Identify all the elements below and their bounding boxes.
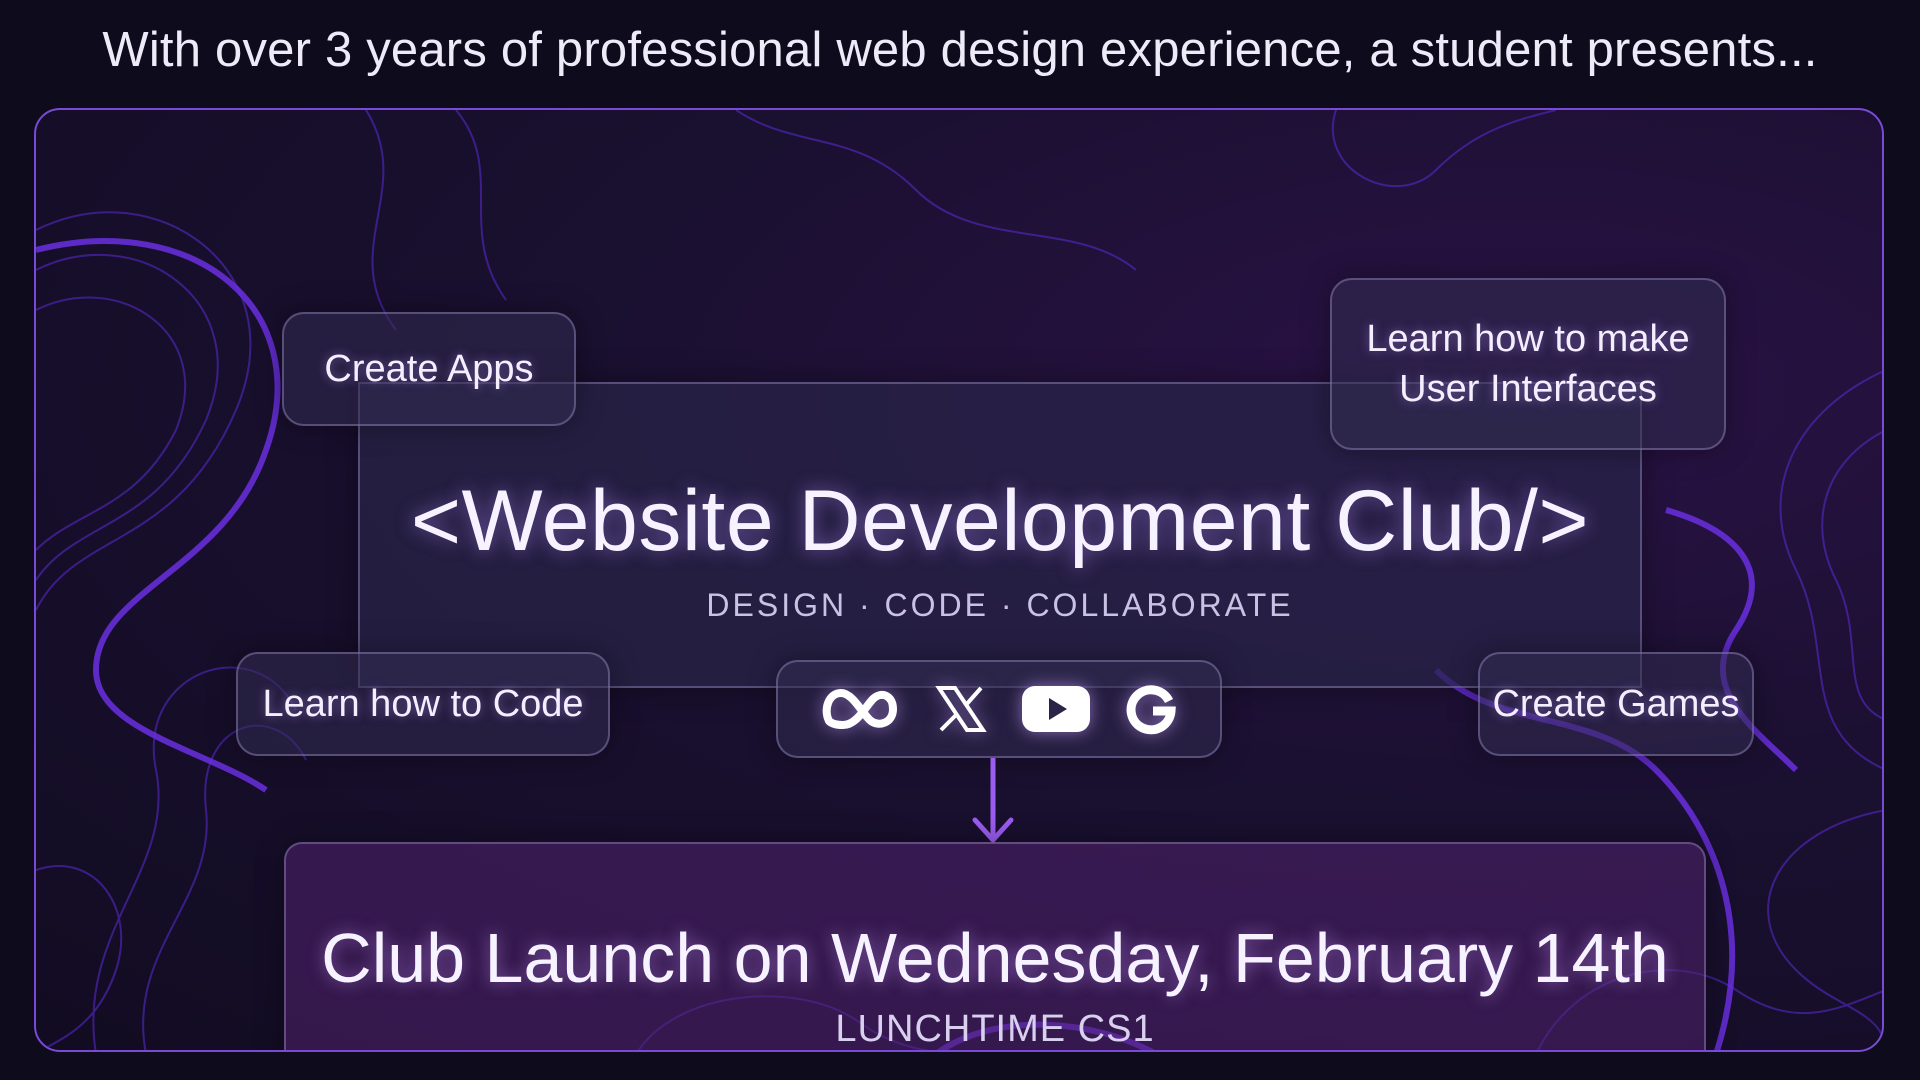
feature-learn-code-label: Learn how to Code [262,682,584,725]
feature-learn-code: Learn how to Code [236,652,610,756]
feature-create-apps-label: Create Apps [324,347,534,390]
down-arrow-icon [972,758,1014,843]
google-icon [1125,683,1177,735]
launch-date: Club Launch on Wednesday, February 14th [321,918,1669,997]
brand-icons-row [776,660,1222,758]
meta-icon [821,687,901,731]
feature-learn-ui-line1: Learn how to make [1366,318,1690,360]
feature-create-apps: Create Apps [282,312,576,426]
poster-panel: <Website Development Club/> DESIGN · COD… [34,108,1884,1052]
launch-location: LUNCHTIME CS1 [835,1007,1155,1050]
club-subtitle: DESIGN · CODE · COLLABORATE [706,587,1294,623]
feature-learn-ui: Learn how to make User Interfaces [1330,278,1726,450]
feature-learn-ui-line2: User Interfaces [1399,368,1657,410]
club-title: <Website Development Club/> [410,473,1590,569]
tagline: With over 3 years of professional web de… [102,23,1818,77]
feature-create-games-label: Create Games [1492,682,1740,725]
feature-create-games: Create Games [1478,652,1754,756]
x-icon [935,684,987,734]
launch-card: Club Launch on Wednesday, February 14th … [284,842,1706,1050]
youtube-icon [1021,684,1091,734]
